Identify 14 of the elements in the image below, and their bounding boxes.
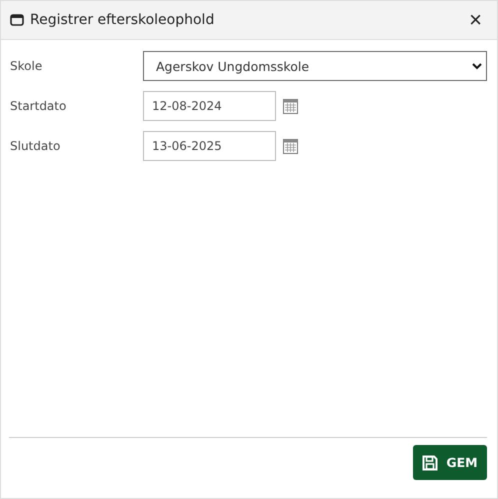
- school-select[interactable]: Agerskov Ungdomsskole: [143, 51, 487, 81]
- date-field[interactable]: 12-08-2024: [143, 91, 276, 121]
- close-button[interactable]: ×: [464, 10, 487, 30]
- date-field[interactable]: 13-06-2025: [143, 131, 276, 161]
- save-icon: [422, 454, 438, 470]
- field-label: Slutdato: [10, 139, 62, 153]
- save-button[interactable]: GEM: [413, 445, 487, 480]
- calendar-icon[interactable]: [283, 138, 298, 154]
- calendar-icon[interactable]: [283, 98, 298, 114]
- field-label: Skole: [10, 59, 44, 73]
- field-label: Startdato: [10, 99, 68, 113]
- dialog-title: Registrer efterskoleophold: [30, 12, 216, 28]
- chevron-down-icon: [472, 62, 482, 70]
- window-icon: [10, 14, 24, 26]
